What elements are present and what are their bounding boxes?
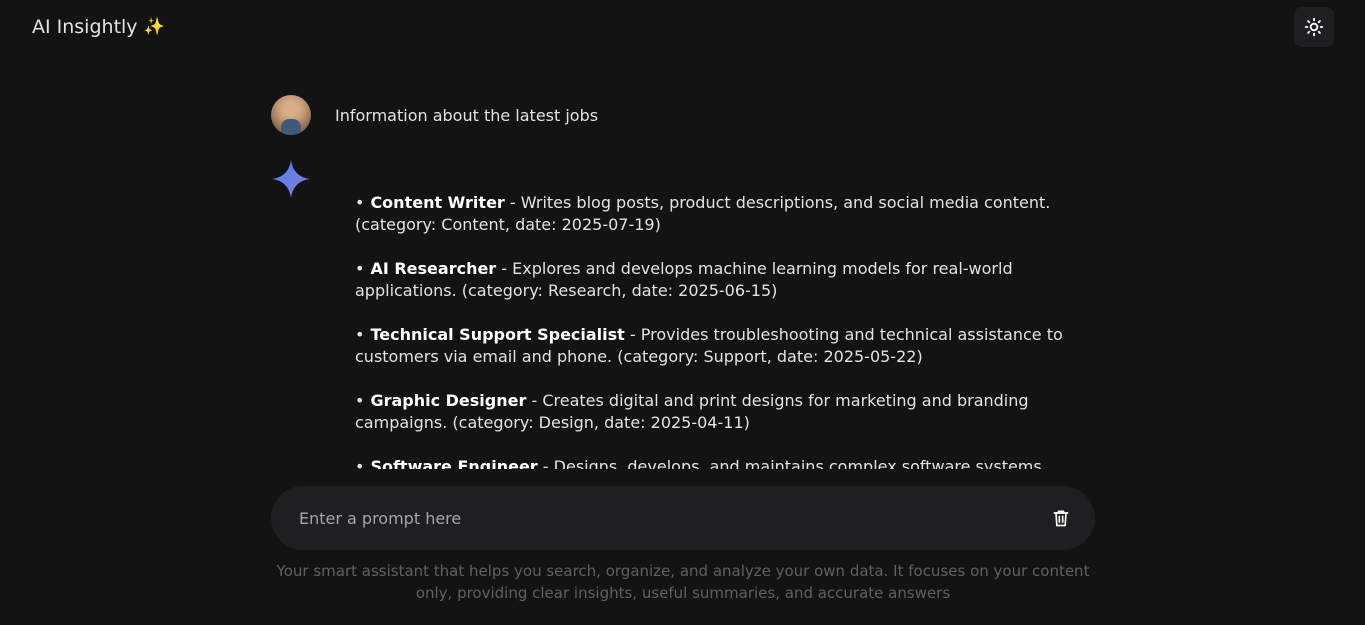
clear-chat-button[interactable] [1049, 506, 1073, 530]
job-title: Content Writer [370, 193, 505, 212]
prompt-input[interactable] [299, 506, 1019, 530]
sparkles-icon: ✨ [143, 17, 165, 37]
job-title: Software Engineer [370, 457, 538, 469]
header: AI Insightly ✨ [0, 0, 1365, 56]
app-title: AI Insightly ✨ [32, 16, 165, 38]
job-title: AI Researcher [370, 259, 497, 278]
list-item: • Software Engineer - Designs, develops, … [355, 456, 1095, 469]
avatar [271, 95, 311, 135]
list-item: • AI Researcher - Explores and develops m… [355, 259, 1013, 300]
job-title: Graphic Designer [370, 391, 527, 410]
chat-area[interactable]: Information about the latest jobs • Conte… [271, 95, 1095, 469]
ai-response: • Content Writer - Writes blog posts, pro… [355, 159, 1095, 469]
trash-icon [1053, 510, 1069, 527]
sun-icon [1304, 17, 1324, 37]
footer-disclaimer: Your smart assistant that helps you sear… [276, 562, 1090, 602]
user-message: Information about the latest jobs [335, 105, 599, 125]
list-item: • Graphic Designer - Creates digital and … [355, 391, 1029, 432]
ai-response-row: • Content Writer - Writes blog posts, pro… [271, 159, 1095, 469]
theme-toggle-button[interactable] [1294, 7, 1334, 47]
list-item: • Content Writer - Writes blog posts, pro… [355, 193, 1051, 234]
user-message-row: Information about the latest jobs [271, 95, 1095, 135]
list-item: • Technical Support Specialist - Provides… [355, 325, 1063, 366]
app-root: AI Insightly ✨ Information about the lat… [0, 0, 1365, 625]
prompt-bar [271, 486, 1095, 550]
job-title: Technical Support Specialist [370, 325, 625, 344]
gemini-sparkle-icon [272, 160, 310, 198]
app-title-text: AI Insightly [32, 16, 138, 38]
